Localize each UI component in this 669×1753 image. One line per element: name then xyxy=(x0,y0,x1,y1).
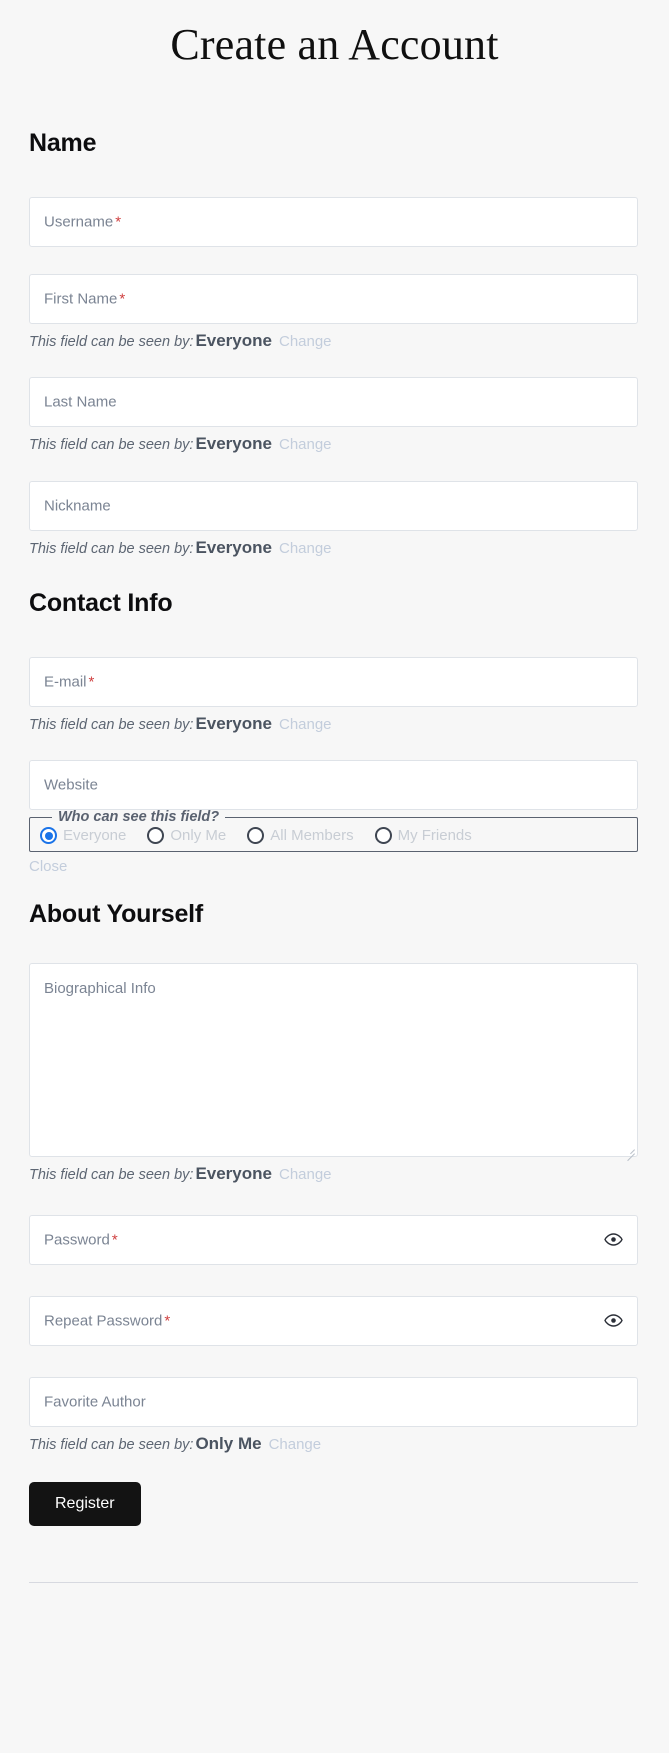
visibility-close-link[interactable]: Close xyxy=(29,858,67,875)
email-input[interactable] xyxy=(29,656,638,707)
radio-dot-icon xyxy=(374,827,392,845)
field-nickname: Nickname This field can be seen by: Every… xyxy=(29,481,638,558)
visibility-prefix: This field can be seen by: xyxy=(29,333,194,350)
visibility-change-link[interactable]: Change xyxy=(272,1166,332,1183)
field-website: Website Who can see this field? Everyone… xyxy=(29,760,638,876)
radio-option-all-members[interactable]: All Members xyxy=(247,827,354,845)
password-input[interactable] xyxy=(29,1214,638,1265)
visibility-value: Everyone xyxy=(195,1164,272,1184)
radio-label: Everyone xyxy=(63,827,127,845)
field-first-name: First Name * This field can be seen by: Ev… xyxy=(29,273,638,351)
field-password: Password * xyxy=(29,1214,638,1265)
username-input[interactable] xyxy=(29,196,638,247)
nickname-input-wrap: Nickname xyxy=(29,481,638,532)
section-heading-name: Name xyxy=(29,128,97,157)
visibility-picker: Who can see this field? Everyone Only Me… xyxy=(29,809,638,853)
visibility-value: Everyone xyxy=(195,433,272,453)
radio-option-my-friends[interactable]: My Friends xyxy=(374,827,472,845)
visibility-line-favorite-author: This field can be seen by: Only Me Change xyxy=(29,1434,638,1454)
visibility-line-last-name: This field can be seen by: Everyone Change xyxy=(29,434,638,454)
radio-dot-icon xyxy=(40,827,57,845)
repeat-password-input[interactable] xyxy=(29,1295,638,1346)
radio-dot-icon xyxy=(147,827,165,845)
visibility-picker-legend: Who can see this field? xyxy=(58,809,220,826)
visibility-radio-group: Everyone Only Me All Members My Friends xyxy=(38,825,629,845)
section-heading-about-yourself: About Yourself xyxy=(29,900,204,929)
eye-icon[interactable] xyxy=(602,1229,624,1251)
visibility-value: Only Me xyxy=(195,1433,262,1453)
eye-icon[interactable] xyxy=(602,1310,624,1332)
visibility-value: Everyone xyxy=(195,713,272,733)
field-email: E-mail * This field can be seen by: Everyo… xyxy=(29,656,638,734)
nickname-input[interactable] xyxy=(29,481,638,532)
first-name-input-wrap: First Name * xyxy=(29,273,638,324)
field-repeat-password: Repeat Password * xyxy=(29,1295,638,1346)
repeat-password-input-wrap: Repeat Password * xyxy=(29,1295,638,1346)
field-bio: Biographical Info This field can be seen… xyxy=(29,963,638,1184)
visibility-line-first-name: This field can be seen by: Everyone Change xyxy=(29,331,638,351)
field-last-name: Last Name This field can be seen by: Ever… xyxy=(29,376,638,454)
visibility-change-link[interactable]: Change xyxy=(272,540,332,557)
registration-form: Name Username * First Name * This field ca… xyxy=(0,129,669,1583)
radio-option-everyone[interactable]: Everyone xyxy=(40,827,127,845)
visibility-line-bio: This field can be seen by: Everyone Change xyxy=(29,1164,638,1184)
radio-label: Only Me xyxy=(170,827,227,845)
visibility-change-link[interactable]: Change xyxy=(272,436,332,453)
visibility-change-link[interactable]: Change xyxy=(272,716,332,733)
username-input-wrap: Username * xyxy=(29,196,638,247)
visibility-prefix: This field can be seen by: xyxy=(29,716,194,733)
visibility-line-email: This field can be seen by: Everyone Change xyxy=(29,714,638,734)
first-name-input[interactable] xyxy=(29,273,638,324)
last-name-input[interactable] xyxy=(29,376,638,427)
visibility-change-link[interactable]: Change xyxy=(272,333,332,350)
register-button[interactable]: Register xyxy=(29,1481,141,1526)
website-input[interactable] xyxy=(29,760,638,811)
page-title: Create an Account xyxy=(170,20,499,69)
favorite-author-input[interactable] xyxy=(29,1376,638,1427)
bio-textarea-wrap: Biographical Info xyxy=(29,963,638,1162)
visibility-prefix: This field can be seen by: xyxy=(29,1436,194,1453)
visibility-value: Everyone xyxy=(195,538,272,558)
password-input-wrap: Password * xyxy=(29,1214,638,1265)
favorite-author-input-wrap: Favorite Author xyxy=(29,1376,638,1427)
radio-dot-icon xyxy=(247,827,265,845)
radio-option-only-me[interactable]: Only Me xyxy=(147,827,227,845)
visibility-change-link[interactable]: Change xyxy=(262,1436,322,1453)
bottom-divider xyxy=(29,1581,638,1583)
registration-page: Create an Account Name Username * First N… xyxy=(0,0,669,1753)
field-favorite-author: Favorite Author This field can be seen b… xyxy=(29,1376,638,1454)
email-input-wrap: E-mail * xyxy=(29,656,638,707)
visibility-value: Everyone xyxy=(195,330,272,350)
visibility-line-nickname: This field can be seen by: Everyone Change xyxy=(29,538,638,558)
radio-label: My Friends xyxy=(397,827,472,845)
section-heading-contact-info: Contact Info xyxy=(29,588,173,617)
visibility-prefix: This field can be seen by: xyxy=(29,541,194,558)
field-username: Username * xyxy=(29,196,638,247)
last-name-input-wrap: Last Name xyxy=(29,376,638,427)
radio-label: All Members xyxy=(270,827,354,845)
visibility-prefix: This field can be seen by: xyxy=(29,436,194,453)
website-input-wrap: Website xyxy=(29,760,638,811)
bio-textarea[interactable] xyxy=(29,963,638,1158)
submit-row: Register xyxy=(29,1481,638,1526)
visibility-prefix: This field can be seen by: xyxy=(29,1167,194,1184)
